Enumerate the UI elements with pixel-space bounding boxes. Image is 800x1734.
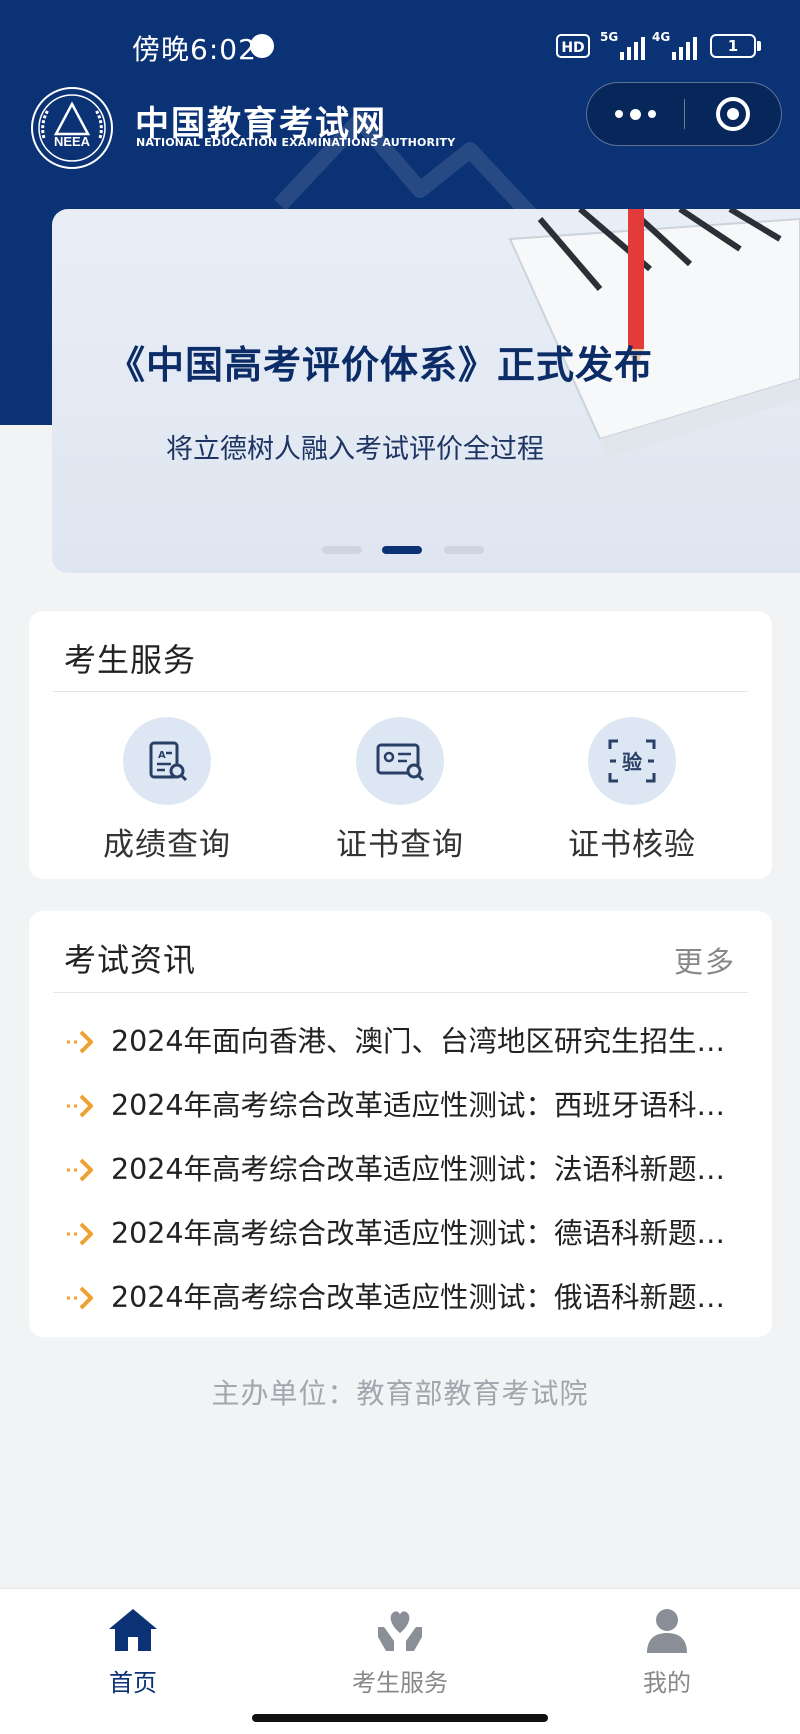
news-item-title: 2024年高考综合改革适应性测试：俄语科新题型示例 [111,1281,741,1314]
status-time: 傍晚6:02 [132,33,257,66]
user-icon [647,1609,687,1653]
network-5g-label: 5G [600,30,619,44]
tab-home[interactable]: 首页 [53,1607,213,1698]
target-close-icon [716,97,750,131]
news-more-link[interactable]: 更多 [674,939,736,981]
news-card: 考试资讯 更多 2024年面向香港、澳门、台湾地区研究生招生考试报名公告 202… [29,911,772,1337]
logo-text: NEEA [54,134,91,149]
orange-arrow-icon [67,1222,93,1246]
news-item[interactable]: 2024年高考综合改革适应性测试：俄语科新题型示例 [29,1263,772,1327]
news-item[interactable]: 2024年高考综合改革适应性测试：法语科新题型示例 [29,1135,772,1199]
battery-tip [757,41,761,51]
organizer-footer: 主办单位：教育部教育考试院 [211,1377,589,1410]
certificate-verify-label: 证书核验 [568,827,696,863]
bottom-tab-bar: 首页 考生服务 我的 [0,1588,800,1734]
banner-subtitle: 将立德树人融入考试评价全过程 [166,434,544,465]
notification-dot-icon [250,34,274,58]
certificate-search-icon [356,717,444,805]
score-search-icon: A [123,717,211,805]
divider [53,691,748,692]
certificate-verify-button[interactable]: 验 证书核验 [532,717,732,864]
carousel-dot[interactable] [444,546,484,554]
neea-logo-icon: NEEA [31,87,113,169]
more-dot-icon [615,110,623,118]
news-item[interactable]: 2024年面向香港、澳门、台湾地区研究生招生考试报名公告 [29,1007,772,1071]
verify-scan-icon: 验 [588,717,676,805]
more-menu-button[interactable] [587,83,684,145]
battery-icon: 1 [710,34,756,58]
orange-arrow-icon [67,1286,93,1310]
banner-title: 《中国高考评价体系》正式发布 [107,343,654,387]
signal-4g-icon [672,34,697,60]
carousel-indicator [52,546,800,556]
network-4g-label: 4G [652,30,671,44]
news-title: 考试资讯 [64,941,197,979]
signal-5g-icon [620,34,645,60]
news-item-title: 2024年高考综合改革适应性测试：西班牙语科新题型示例 [111,1089,741,1122]
tab-mine-label: 我的 [643,1669,691,1697]
news-item-title: 2024年高考综合改革适应性测试：德语科新题型示例 [111,1217,741,1250]
heart-hands-icon [378,1611,422,1651]
carousel-dot[interactable] [322,546,362,554]
home-indicator[interactable] [252,1714,548,1722]
status-bar: 傍晚6:02 HD 5G 4G 1 [0,0,800,92]
news-list: 2024年面向香港、澳门、台湾地区研究生招生考试报名公告 2024年高考综合改革… [29,1007,772,1327]
orange-arrow-icon [67,1158,93,1182]
svg-text:A: A [158,750,166,761]
hd-voice-icon: HD [556,34,590,58]
close-miniprogram-button[interactable] [685,83,781,145]
news-item-title: 2024年面向香港、澳门、台湾地区研究生招生考试报名公告 [111,1025,741,1058]
certificate-query-label: 证书查询 [336,827,464,863]
site-subtitle: NATIONAL EDUCATION EXAMINATIONS AUTHORIT… [136,136,456,149]
tab-services[interactable]: 考生服务 [320,1607,480,1698]
news-item[interactable]: 2024年高考综合改革适应性测试：西班牙语科新题型示例 [29,1071,772,1135]
certificate-query-button[interactable]: 证书查询 [300,717,500,864]
verify-icon-char: 验 [622,750,642,774]
divider [53,992,748,993]
tab-home-label: 首页 [109,1669,157,1697]
orange-arrow-icon [67,1094,93,1118]
more-dot-icon [630,108,641,120]
services-card: 考生服务 A 成绩查询 证书查询 验 证书核验 [29,611,772,879]
banner-carousel[interactable]: 《中国高考评价体系》正式发布 将立德树人融入考试评价全过程 [52,209,800,573]
news-item[interactable]: 2024年高考综合改革适应性测试：德语科新题型示例 [29,1199,772,1263]
score-query-button[interactable]: A 成绩查询 [67,717,267,864]
home-icon [109,1609,157,1651]
miniprogram-capsule [586,82,782,146]
tab-mine[interactable]: 我的 [587,1607,747,1698]
score-query-label: 成绩查询 [103,827,231,863]
orange-arrow-icon [67,1030,93,1054]
more-dot-icon [648,110,656,118]
tab-services-label: 考生服务 [352,1669,448,1697]
carousel-dot-active[interactable] [382,546,422,554]
news-item-title: 2024年高考综合改革适应性测试：法语科新题型示例 [111,1153,741,1186]
services-title: 考生服务 [64,641,197,679]
